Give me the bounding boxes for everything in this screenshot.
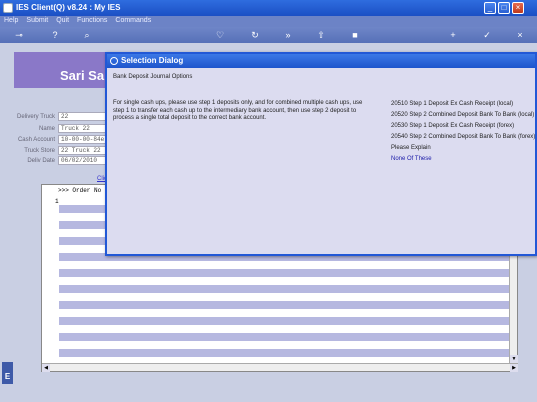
scroll-right-icon[interactable]: ▶: [510, 364, 518, 372]
dialog-title-bar: Selection Dialog: [107, 54, 535, 68]
app-icon: [3, 3, 13, 13]
table-row[interactable]: [59, 349, 509, 357]
side-tab[interactable]: E: [2, 362, 13, 384]
close-window-button[interactable]: ×: [512, 2, 524, 14]
label-name: Name: [38, 126, 55, 132]
dialog-subtitle: Bank Deposit Journal Options: [113, 74, 193, 80]
key-icon[interactable]: ⊸: [10, 30, 28, 40]
menu-quit[interactable]: Quit: [52, 16, 73, 25]
menu-functions[interactable]: Functions: [73, 16, 111, 25]
label-delivery-truck: Delivery Truck: [16, 114, 55, 120]
label-truck-store: Truck Store: [24, 148, 55, 154]
window-title-bar: IES Client(Q) v8.24 : My IES _ □ ×: [0, 0, 537, 16]
menu-submit[interactable]: Submit: [22, 16, 52, 25]
dialog-title: Selection Dialog: [121, 56, 184, 65]
row-number: 1: [55, 198, 59, 205]
option-please-explain[interactable]: Please Explain: [391, 143, 531, 154]
dialog-instructions: For single cash ups, please use step 1 d…: [113, 100, 363, 121]
dialog-icon: [110, 57, 118, 65]
window-title: IES Client(Q) v8.24 : My IES: [16, 3, 121, 12]
table-row[interactable]: [59, 285, 509, 293]
close-icon[interactable]: ×: [515, 30, 525, 40]
scroll-left-icon[interactable]: ◀: [42, 364, 50, 372]
name-field[interactable]: Truck 22: [58, 124, 108, 133]
menu-help[interactable]: Help: [0, 16, 22, 25]
scroll-down-icon[interactable]: ▼: [510, 355, 518, 363]
label-deliv-date: Deliv Date: [27, 158, 55, 164]
option-20540[interactable]: 20540 Step 2 Combined Deposit Bank To Ba…: [391, 132, 535, 143]
stop-icon[interactable]: ■: [350, 30, 360, 40]
upload-icon[interactable]: ⇧: [316, 30, 326, 40]
selection-dialog: Selection Dialog Bank Deposit Journal Op…: [105, 52, 537, 256]
option-20520[interactable]: 20520 Step 2 Combined Deposit Bank To Ba…: [391, 110, 534, 121]
delivery-truck-field[interactable]: 22: [58, 112, 108, 121]
table-row[interactable]: [59, 333, 509, 341]
deliv-date-field[interactable]: 06/02/2010: [58, 156, 108, 165]
menu-bar: Help Submit Quit Functions Commands: [0, 16, 537, 27]
toolbar: ⊸ ? ⌕ ♡ ↻ » ⇧ ■ + ✓ ×: [0, 27, 537, 43]
fast-forward-icon[interactable]: »: [283, 30, 293, 40]
option-20530[interactable]: 20530 Step 1 Deposit Ex Cash Receipt (fo…: [391, 121, 531, 132]
check-icon[interactable]: ✓: [482, 30, 492, 40]
option-list: 20510 Step 1 Deposit Ex Cash Receipt (lo…: [391, 99, 535, 165]
menu-commands[interactable]: Commands: [111, 16, 155, 25]
option-none-of-these[interactable]: None Of These: [391, 154, 531, 165]
option-20510[interactable]: 20510 Step 1 Deposit Ex Cash Receipt (lo…: [391, 99, 531, 110]
grid-header: >>> Order No: [58, 187, 102, 194]
label-cash-account: Cash Account: [17, 137, 55, 143]
maximize-button[interactable]: □: [498, 2, 510, 14]
banner-title: Sari Sar: [60, 68, 110, 83]
minimize-button[interactable]: _: [484, 2, 496, 14]
refresh-icon[interactable]: ↻: [250, 30, 260, 40]
search-icon[interactable]: ⌕: [82, 30, 92, 40]
table-row[interactable]: [59, 301, 509, 309]
horizontal-scrollbar[interactable]: ◀ ▶: [42, 363, 518, 372]
truck-store-field[interactable]: 22 Truck 22: [58, 146, 108, 155]
cash-account-field[interactable]: 10-00-00-84e: [58, 135, 108, 144]
table-row[interactable]: [59, 317, 509, 325]
table-row[interactable]: [59, 269, 509, 277]
add-icon[interactable]: +: [448, 30, 458, 40]
help-icon[interactable]: ?: [50, 30, 60, 40]
